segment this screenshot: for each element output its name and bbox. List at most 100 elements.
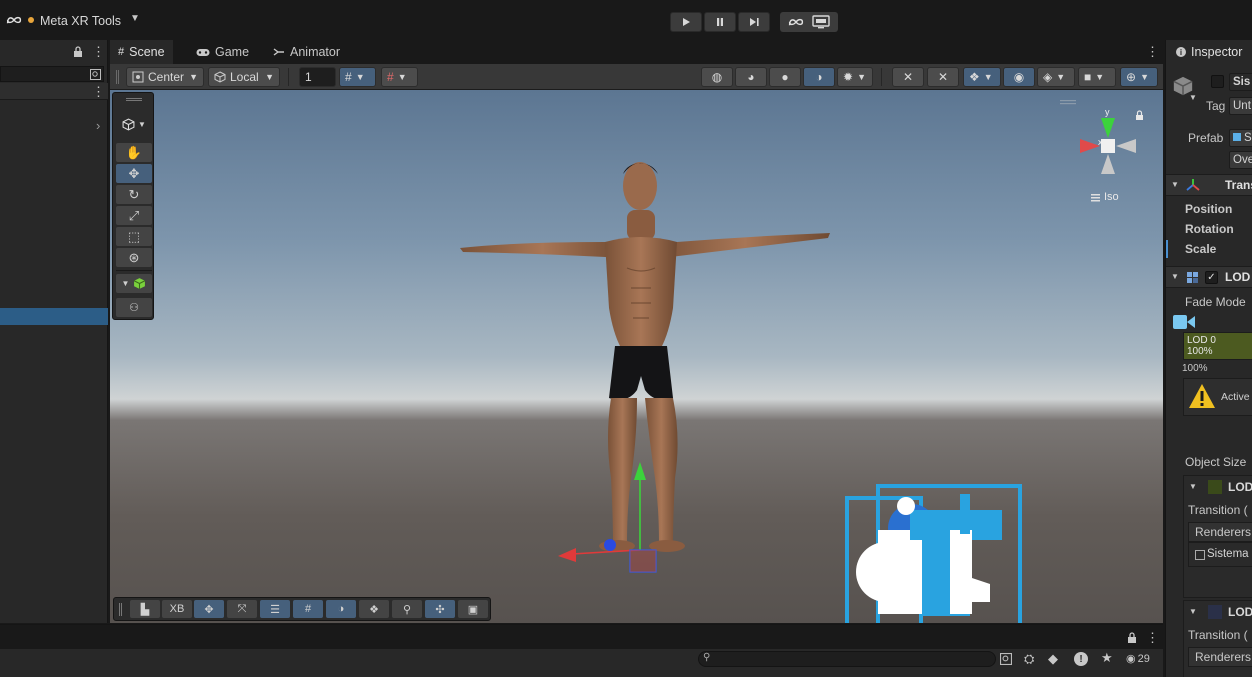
chevron-down-icon[interactable]: ▼	[1189, 93, 1197, 102]
bottom-tab-bar	[0, 625, 1163, 649]
chat-overlay-button[interactable]: ▣	[458, 600, 488, 618]
network-overlay-button[interactable]: ✣	[425, 600, 455, 618]
rotation-label[interactable]: Rotation	[1185, 222, 1234, 236]
tab-animator[interactable]: Animator	[265, 40, 348, 64]
lod-item2-label[interactable]: LOD	[1228, 605, 1252, 619]
xb-button[interactable]: XB	[162, 600, 192, 618]
hidden-packages-toggle[interactable]: ◉ 29	[1126, 652, 1150, 666]
layers-overlay-button[interactable]: ❖	[359, 600, 389, 618]
lock-icon[interactable]	[72, 45, 84, 57]
rect-tool-button[interactable]: ⬚	[116, 227, 152, 246]
lighting-overlay-button[interactable]: ◑	[326, 600, 356, 618]
lighting-toggle-button[interactable]: ✕	[927, 67, 959, 87]
move-tool-button[interactable]: ✥	[116, 164, 152, 183]
z-axis-handle[interactable]	[604, 539, 616, 551]
unlit-shading-button[interactable]: ●	[769, 67, 801, 87]
scale-overlay-button[interactable]: ⤧	[227, 600, 257, 618]
chevron-right-icon[interactable]: ›	[96, 118, 100, 133]
play-button[interactable]	[670, 12, 702, 32]
orientation-gizmo[interactable]	[1080, 118, 1136, 174]
layers-dropdown[interactable]: ◈ ▼	[1037, 67, 1075, 87]
gizmos-dropdown[interactable]: ⊕ ▼	[1120, 67, 1158, 87]
scale-tool-button[interactable]: ⤢	[116, 206, 152, 225]
scene-tab-menu-icon[interactable]: ⋮	[1146, 44, 1159, 60]
bone-tool-button[interactable]: ⚇	[116, 298, 152, 317]
palette-grip[interactable]	[126, 98, 142, 101]
chevron-down-icon[interactable]: ▼	[1189, 482, 1197, 491]
orientation-menu-icon[interactable]	[1091, 194, 1100, 202]
search-by-type-icon[interactable]	[999, 652, 1012, 665]
filter-by-label-icon[interactable]: ◆	[1048, 651, 1058, 667]
transform-tool-button[interactable]: ⊛	[116, 248, 152, 267]
rotate-tool-button[interactable]: ↻	[116, 185, 152, 204]
pause-button[interactable]	[704, 12, 736, 32]
project-search-input[interactable]: ⚲	[698, 651, 996, 667]
bottom-panel-menu-icon[interactable]: ⋮	[1146, 630, 1159, 646]
camera-lod-icon[interactable]	[1172, 313, 1196, 331]
chevron-down-icon: ▼	[983, 72, 993, 82]
chevron-down-icon[interactable]: ▼	[1189, 607, 1197, 616]
y-axis-arrow-icon[interactable]	[634, 462, 646, 480]
grid-overlay-button[interactable]: #	[293, 600, 323, 618]
space-local-dropdown[interactable]: Local ▼	[208, 67, 280, 87]
orientation-lock-icon[interactable]	[1136, 110, 1143, 120]
tab-inspector[interactable]: i Inspector	[1166, 40, 1252, 64]
lod0-bar[interactable]: LOD 0 100%	[1183, 332, 1252, 360]
lit-shading-button[interactable]: ◑	[803, 67, 835, 87]
prefab-open-button[interactable]: S	[1229, 129, 1252, 147]
lock-icon[interactable]	[1126, 631, 1138, 643]
grid-snap-toggle[interactable]: # ▼	[339, 67, 376, 87]
increment-snap-toggle[interactable]: # ▼	[381, 67, 418, 87]
camera-gizmo-icon[interactable]	[845, 484, 1022, 623]
transition-label: Transition (	[1188, 503, 1248, 517]
position-label[interactable]: Position	[1185, 202, 1232, 216]
scene-camera-dropdown[interactable]: ■ ▼	[1078, 67, 1116, 87]
step-button[interactable]	[738, 12, 770, 32]
lod-group-component-header[interactable]: ▼ ✓ LOD	[1166, 266, 1252, 288]
tool-context-dropdown[interactable]: ▼	[117, 115, 151, 133]
wireframe-shading-button[interactable]: ◍	[701, 67, 733, 87]
effects-dropdown[interactable]: ❖ ▼	[963, 67, 1001, 87]
favorite-star-icon[interactable]: ★	[1101, 650, 1113, 666]
meta-xr-simulator-button[interactable]	[780, 12, 838, 32]
scene-menu-icon[interactable]: ⋮	[92, 84, 105, 100]
x-axis-arrow-icon[interactable]	[558, 548, 576, 562]
log-errors-icon[interactable]: !	[1074, 652, 1088, 666]
scene-visibility-toggle[interactable]: ◉	[1003, 67, 1035, 87]
object-name-field[interactable]: Sis	[1229, 73, 1252, 91]
sliders-button[interactable]: ☰	[260, 600, 290, 618]
lod-item1-label[interactable]: LOD	[1228, 480, 1252, 494]
overrides-dropdown[interactable]: Ove	[1229, 151, 1252, 169]
scene-viewport[interactable]: x y Iso	[110, 90, 1163, 623]
hierarchy-menu-icon[interactable]: ⋮	[92, 44, 105, 60]
scale-label[interactable]: Scale	[1185, 242, 1216, 256]
transform-component-header[interactable]: ▼ Trans	[1166, 174, 1252, 196]
view-tool-button[interactable]: ✋	[116, 143, 152, 162]
projection-label[interactable]: Iso	[1104, 191, 1119, 203]
space-label: Local	[230, 70, 259, 84]
hierarchy-selected-row[interactable]	[0, 308, 108, 325]
grid-size-input[interactable]: 1	[299, 67, 336, 87]
tab-scene[interactable]: # Scene	[110, 40, 173, 64]
custom-tool-dropdown[interactable]: ▼	[116, 274, 152, 293]
building-block-button[interactable]: ▙	[130, 600, 160, 618]
x-cone-icon	[1080, 139, 1100, 153]
app-dropdown-icon[interactable]: ▼	[130, 13, 140, 24]
renderer-item[interactable]: Sistema	[1207, 548, 1249, 560]
search-overlay-button[interactable]: ⚲	[392, 600, 422, 618]
toolbar-grip[interactable]	[116, 70, 119, 84]
shaded-wireframe-button[interactable]: ◕	[735, 67, 767, 87]
overlay-grip[interactable]	[119, 603, 122, 616]
2d-toggle-button[interactable]: ✕	[892, 67, 924, 87]
tag-dropdown[interactable]: Unt	[1229, 97, 1252, 115]
search-options-icon[interactable]	[89, 68, 101, 80]
tab-game[interactable]: Game	[188, 40, 257, 64]
move-overlay-button[interactable]: ✥	[194, 600, 224, 618]
lod-enabled-checkbox[interactable]: ✓	[1205, 271, 1218, 284]
app-title[interactable]: Meta XR Tools	[40, 14, 121, 28]
pivot-center-dropdown[interactable]: Center ▼	[126, 67, 204, 87]
active-checkbox[interactable]	[1211, 75, 1224, 88]
filter-by-type-icon[interactable]: ⛭	[1024, 651, 1034, 667]
chevron-down-icon: ▼	[1056, 72, 1066, 82]
debug-draw-mode-dropdown[interactable]: ✹ ▼	[837, 67, 873, 87]
